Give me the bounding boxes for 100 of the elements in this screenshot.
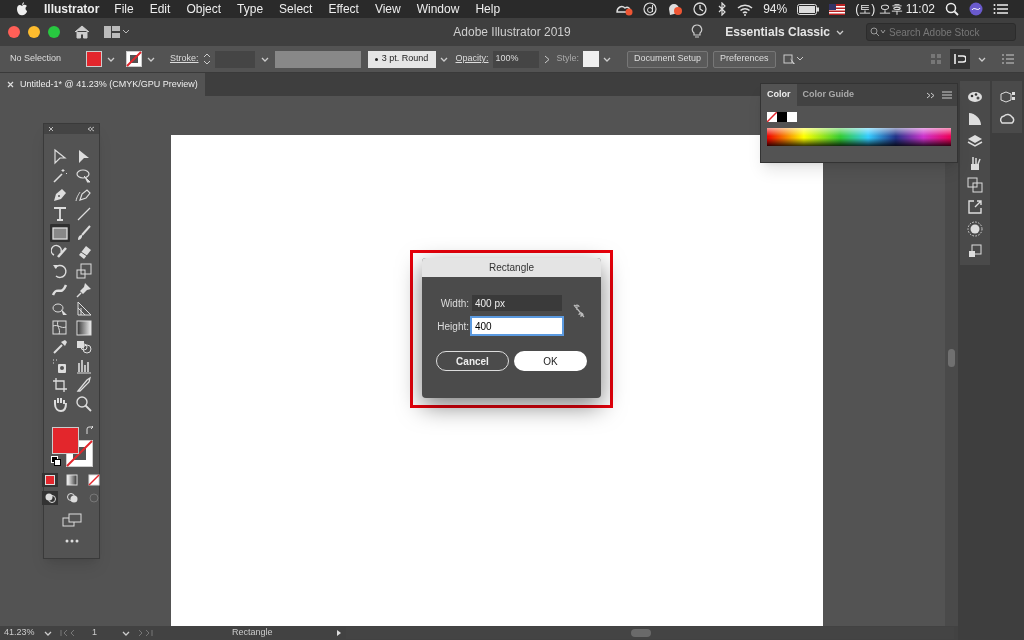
close-icon[interactable] xyxy=(7,81,14,88)
menu-item[interactable]: Object xyxy=(186,0,222,18)
panel-tab[interactable]: Color xyxy=(761,84,797,106)
bluetooth-icon[interactable] xyxy=(717,2,728,16)
stroke-none-swatch-icon[interactable] xyxy=(126,51,142,67)
toolbar-button[interactable]: Document Setup xyxy=(627,50,709,68)
export-icon[interactable] xyxy=(967,199,983,215)
caret-icon[interactable] xyxy=(978,55,986,63)
gradient-mode-icon[interactable] xyxy=(63,473,80,487)
caret-icon[interactable] xyxy=(107,55,115,63)
flag-icon[interactable] xyxy=(829,3,846,15)
menu-item[interactable]: Effect xyxy=(328,0,359,18)
clock-icon[interactable] xyxy=(693,2,708,16)
circled-letter-icon[interactable] xyxy=(643,2,658,16)
stroke-label[interactable]: Stroke: xyxy=(170,52,199,66)
search-field[interactable]: Search Adobe Stock xyxy=(866,23,1016,41)
none-mode-icon[interactable] xyxy=(85,473,102,487)
fill-color-swatch[interactable] xyxy=(51,427,79,454)
menu-item[interactable]: Type xyxy=(237,0,264,18)
color-mode-button[interactable] xyxy=(41,473,58,487)
layout-icon[interactable] xyxy=(104,26,130,38)
tool-button[interactable] xyxy=(49,319,70,337)
menu-clock[interactable]: (토) 오후 11:02 xyxy=(855,0,935,18)
home-icon[interactable] xyxy=(74,25,90,39)
creative-cloud-icon[interactable] xyxy=(999,111,1015,127)
cube-grid-icon[interactable] xyxy=(999,89,1015,105)
tool-button[interactable] xyxy=(73,262,94,280)
draw-normal-icon[interactable] xyxy=(41,491,58,505)
orb-icon[interactable] xyxy=(969,2,983,16)
tool-button[interactable] xyxy=(49,224,70,242)
color-spectrum[interactable] xyxy=(767,128,951,146)
opacity-field[interactable]: 100% xyxy=(492,50,539,68)
variable-width-field[interactable] xyxy=(274,50,361,68)
unlinked-chain-icon[interactable] xyxy=(573,304,585,318)
default-colors-icon[interactable] xyxy=(50,456,61,466)
fill-swatch[interactable] xyxy=(86,51,102,67)
brush-dropdown[interactable]: 3 pt. Round xyxy=(367,50,436,68)
chevron-right-icon[interactable] xyxy=(543,54,550,64)
caret-icon[interactable] xyxy=(603,55,612,63)
dialog-button[interactable]: OK xyxy=(514,351,587,371)
caret-icon[interactable] xyxy=(147,55,155,63)
document-tab[interactable]: Untitled-1* @ 41.23% (CMYK/GPU Preview) xyxy=(0,73,205,96)
menu-item[interactable]: Window xyxy=(416,0,460,18)
style-swatch[interactable] xyxy=(583,51,600,67)
zoom-level-field[interactable]: 41.23% xyxy=(0,626,40,640)
close-icon[interactable] xyxy=(48,126,54,132)
tool-button[interactable] xyxy=(49,300,70,318)
transparency-icon[interactable] xyxy=(967,243,983,259)
lightbulb-icon[interactable] xyxy=(691,24,704,40)
tool-button[interactable] xyxy=(73,319,94,337)
blend-icon xyxy=(74,338,93,356)
color-swatch[interactable] xyxy=(787,112,797,122)
caret-icon[interactable] xyxy=(439,55,448,63)
close-window-button[interactable] xyxy=(8,26,20,38)
rotate-icon xyxy=(50,262,69,280)
input-field[interactable]: 400 px xyxy=(472,295,562,311)
apple-logo-icon[interactable] xyxy=(16,2,28,16)
wifi-icon[interactable] xyxy=(737,2,754,16)
layers-icon[interactable] xyxy=(967,133,983,149)
search-icon[interactable] xyxy=(945,2,959,16)
more-icon[interactable] xyxy=(64,539,79,543)
color-swatch[interactable] xyxy=(777,112,787,122)
properties-icon xyxy=(954,53,966,65)
spinner-icon[interactable] xyxy=(202,52,211,66)
search-icon xyxy=(870,27,886,37)
artboard-number-field[interactable]: 1 xyxy=(92,626,122,640)
sun-icon[interactable] xyxy=(967,221,983,237)
screen-mode-icon[interactable] xyxy=(61,513,82,527)
knife-icon xyxy=(74,376,93,394)
menu-icon[interactable] xyxy=(993,3,1008,15)
app-menu[interactable]: Illustrator xyxy=(44,0,100,18)
caret-icon[interactable] xyxy=(260,55,269,63)
menu-item[interactable]: Select xyxy=(279,0,313,18)
menu-item[interactable]: View xyxy=(374,0,401,18)
transform-icon[interactable] xyxy=(781,52,804,66)
input-field[interactable]: 400 xyxy=(472,318,562,334)
palette-icon[interactable] xyxy=(967,89,983,105)
opacity-label[interactable]: Opacity: xyxy=(455,52,489,66)
gradient-swatch-icon[interactable] xyxy=(967,111,983,127)
tool-button[interactable] xyxy=(73,395,94,413)
selection-status: No Selection xyxy=(10,52,63,66)
collapse-icon[interactable] xyxy=(87,126,95,132)
menu-item[interactable]: File xyxy=(114,0,134,18)
toolbar-button[interactable]: Preferences xyxy=(713,50,776,68)
workspace-switcher[interactable]: Essentials Classic xyxy=(721,23,848,41)
swap-arrow-icon[interactable] xyxy=(84,426,95,436)
menu-item[interactable]: Help xyxy=(475,0,501,18)
zoom-window-button[interactable] xyxy=(48,26,60,38)
battery-icon[interactable] xyxy=(797,3,820,15)
panel-tab[interactable]: Color Guide xyxy=(796,84,860,106)
play-icon[interactable] xyxy=(336,629,342,637)
panel-toggle-button[interactable] xyxy=(950,49,970,69)
pathfinder-icon[interactable] xyxy=(967,177,983,193)
minimize-window-button[interactable] xyxy=(28,26,40,38)
expand-icon[interactable] xyxy=(926,91,936,99)
caret-icon[interactable] xyxy=(44,629,52,637)
menu-item[interactable]: Edit xyxy=(149,0,171,18)
chat-icon[interactable] xyxy=(667,2,684,16)
none-swatch-icon[interactable] xyxy=(767,112,777,122)
caret-icon[interactable] xyxy=(122,629,130,637)
